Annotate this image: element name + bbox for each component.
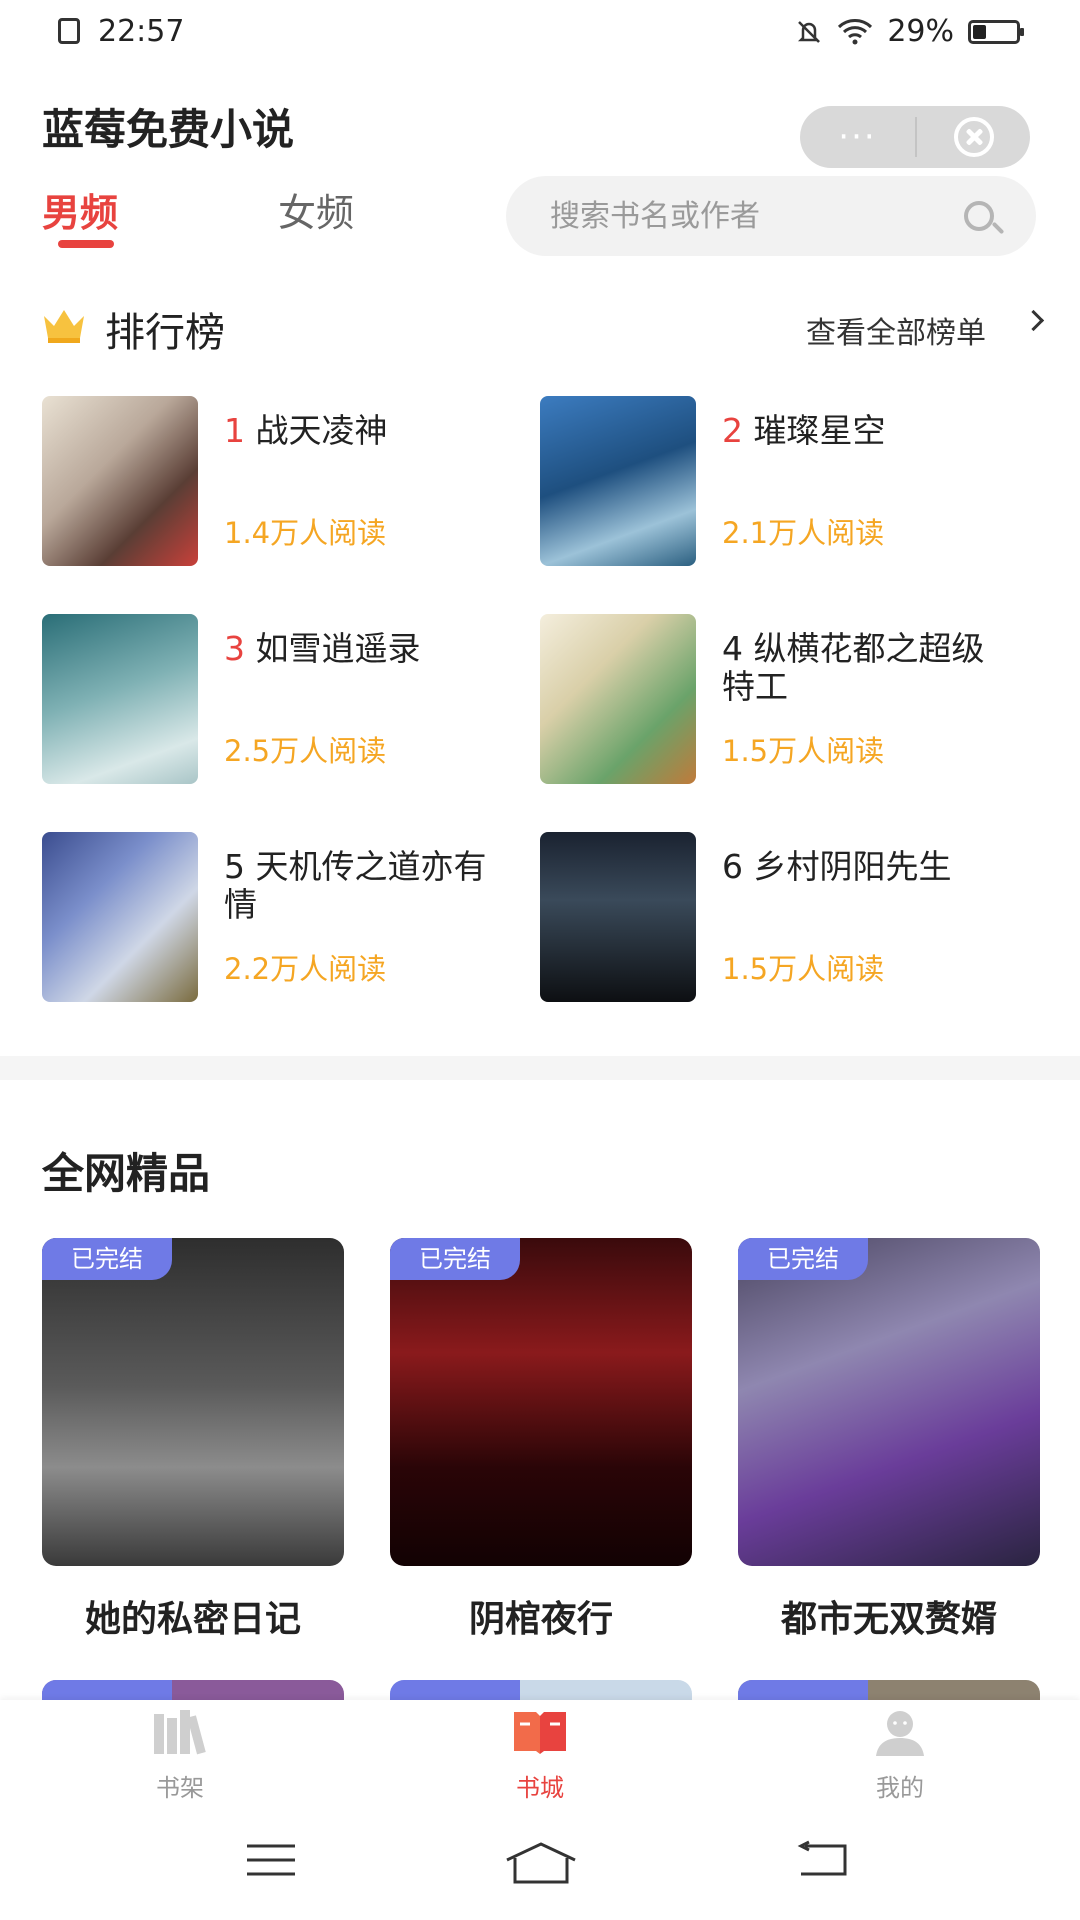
battery-icon — [968, 19, 1024, 44]
back-icon[interactable] — [795, 1840, 849, 1880]
chevron-right-icon[interactable] — [1022, 309, 1045, 332]
search-bar[interactable] — [506, 176, 1036, 256]
read-count: 2.1万人阅读 — [722, 516, 885, 550]
book-cover: 已完结 — [390, 1238, 692, 1566]
ranking-title: 排行榜 — [105, 310, 225, 356]
book-cover: 已完结 — [42, 1238, 344, 1566]
book-cover — [42, 396, 198, 566]
read-count: 1.4万人阅读 — [224, 516, 387, 550]
close-button[interactable] — [917, 117, 1030, 157]
app-title: 蓝莓免费小说 — [42, 105, 295, 154]
nav-label: 书架 — [156, 1774, 204, 1802]
read-count: 2.5万人阅读 — [224, 734, 387, 768]
sim-icon — [58, 18, 80, 44]
mini-program-capsule: ··· — [800, 106, 1030, 168]
status-badge: 已完结 — [42, 1238, 172, 1280]
section-divider — [0, 1056, 1080, 1080]
status-bar: 22:57 29% — [0, 0, 1080, 64]
profile-icon — [876, 1711, 924, 1756]
tab-female[interactable]: 女频 — [278, 182, 354, 237]
nav-book-store[interactable]: 书城 — [470, 1708, 610, 1803]
status-badge: 已完结 — [738, 1238, 868, 1280]
rank-item-3[interactable]: 3 如雪逍遥录 2.5万人阅读 — [42, 614, 522, 786]
premium-book-1[interactable]: 已完结 她的私密日记 — [42, 1238, 344, 1642]
crown-icon — [44, 310, 84, 343]
rank-book-title: 纵横花都之超级特工 — [722, 629, 985, 706]
more-button[interactable]: ··· — [800, 106, 915, 168]
battery-percent: 29% — [887, 14, 954, 49]
rank-book-title: 天机传之道亦有情 — [224, 847, 487, 924]
nav-profile[interactable]: 我的 — [830, 1708, 970, 1803]
rank-item-2[interactable]: 2 璀璨星空 2.1万人阅读 — [540, 396, 1020, 568]
rank-item-5[interactable]: 5 天机传之道亦有情 2.2万人阅读 — [42, 832, 522, 1004]
premium-section-title: 全网精品 — [42, 1149, 211, 1198]
close-icon — [953, 117, 994, 157]
book-title: 都市无双赘婿 — [780, 1599, 997, 1640]
rank-item-6[interactable]: 6 乡村阴阳先生 1.5万人阅读 — [540, 832, 1020, 1004]
status-time: 22:57 — [98, 14, 185, 49]
rank-book-title: 如雪逍遥录 — [255, 629, 421, 668]
nav-bookshelf[interactable]: 书架 — [110, 1708, 250, 1803]
book-store-icon — [514, 1712, 566, 1754]
book-title: 阴棺夜行 — [468, 1599, 613, 1640]
read-count: 2.2万人阅读 — [224, 952, 387, 986]
rank-number: 6 — [722, 847, 743, 886]
rank-book-title: 战天凌神 — [255, 411, 388, 450]
rank-item-4[interactable]: 4 纵横花都之超级特工 1.5万人阅读 — [540, 614, 1020, 786]
tab-male[interactable]: 男频 — [42, 182, 118, 237]
rank-number: 5 — [224, 847, 245, 886]
book-cover: 已完结 — [738, 1238, 1040, 1566]
rank-item-1[interactable]: 1 战天凌神 1.4万人阅读 — [42, 396, 522, 568]
menu-icon[interactable] — [245, 1840, 297, 1880]
book-cover — [540, 614, 696, 784]
book-cover — [42, 614, 198, 784]
rank-number: 2 — [722, 411, 743, 450]
book-cover-peek — [42, 1680, 344, 1700]
premium-book-2[interactable]: 已完结 阴棺夜行 — [390, 1238, 692, 1642]
book-cover-peek — [390, 1680, 692, 1700]
nav-label: 我的 — [876, 1774, 924, 1802]
view-all-rankings-link[interactable]: 查看全部榜单 — [806, 308, 986, 352]
wifi-icon — [838, 18, 873, 44]
status-badge: 已完结 — [390, 1238, 520, 1280]
system-nav-bar — [0, 1810, 1080, 1920]
book-cover — [540, 396, 696, 566]
rank-number: 4 — [722, 629, 743, 668]
tab-indicator — [58, 240, 114, 248]
search-icon[interactable] — [964, 201, 994, 231]
home-icon[interactable] — [505, 1840, 577, 1884]
rank-number: 3 — [224, 629, 245, 668]
read-count: 1.5万人阅读 — [722, 952, 885, 986]
nav-label: 书城 — [516, 1774, 564, 1802]
mute-icon — [798, 20, 821, 43]
book-title: 她的私密日记 — [84, 1599, 301, 1640]
bookshelf-icon — [154, 1710, 206, 1755]
bottom-nav: 书架 书城 我的 — [0, 1700, 1080, 1810]
premium-book-3[interactable]: 已完结 都市无双赘婿 — [738, 1238, 1040, 1642]
book-cover — [42, 832, 198, 1002]
read-count: 1.5万人阅读 — [722, 734, 885, 768]
rank-book-title: 乡村阴阳先生 — [753, 847, 952, 886]
search-input[interactable] — [548, 197, 932, 235]
book-cover — [540, 832, 696, 1002]
rank-book-title: 璀璨星空 — [753, 411, 886, 450]
status-right: 29% — [795, 14, 1024, 49]
rank-number: 1 — [224, 411, 245, 450]
book-cover-peek — [738, 1680, 1040, 1700]
